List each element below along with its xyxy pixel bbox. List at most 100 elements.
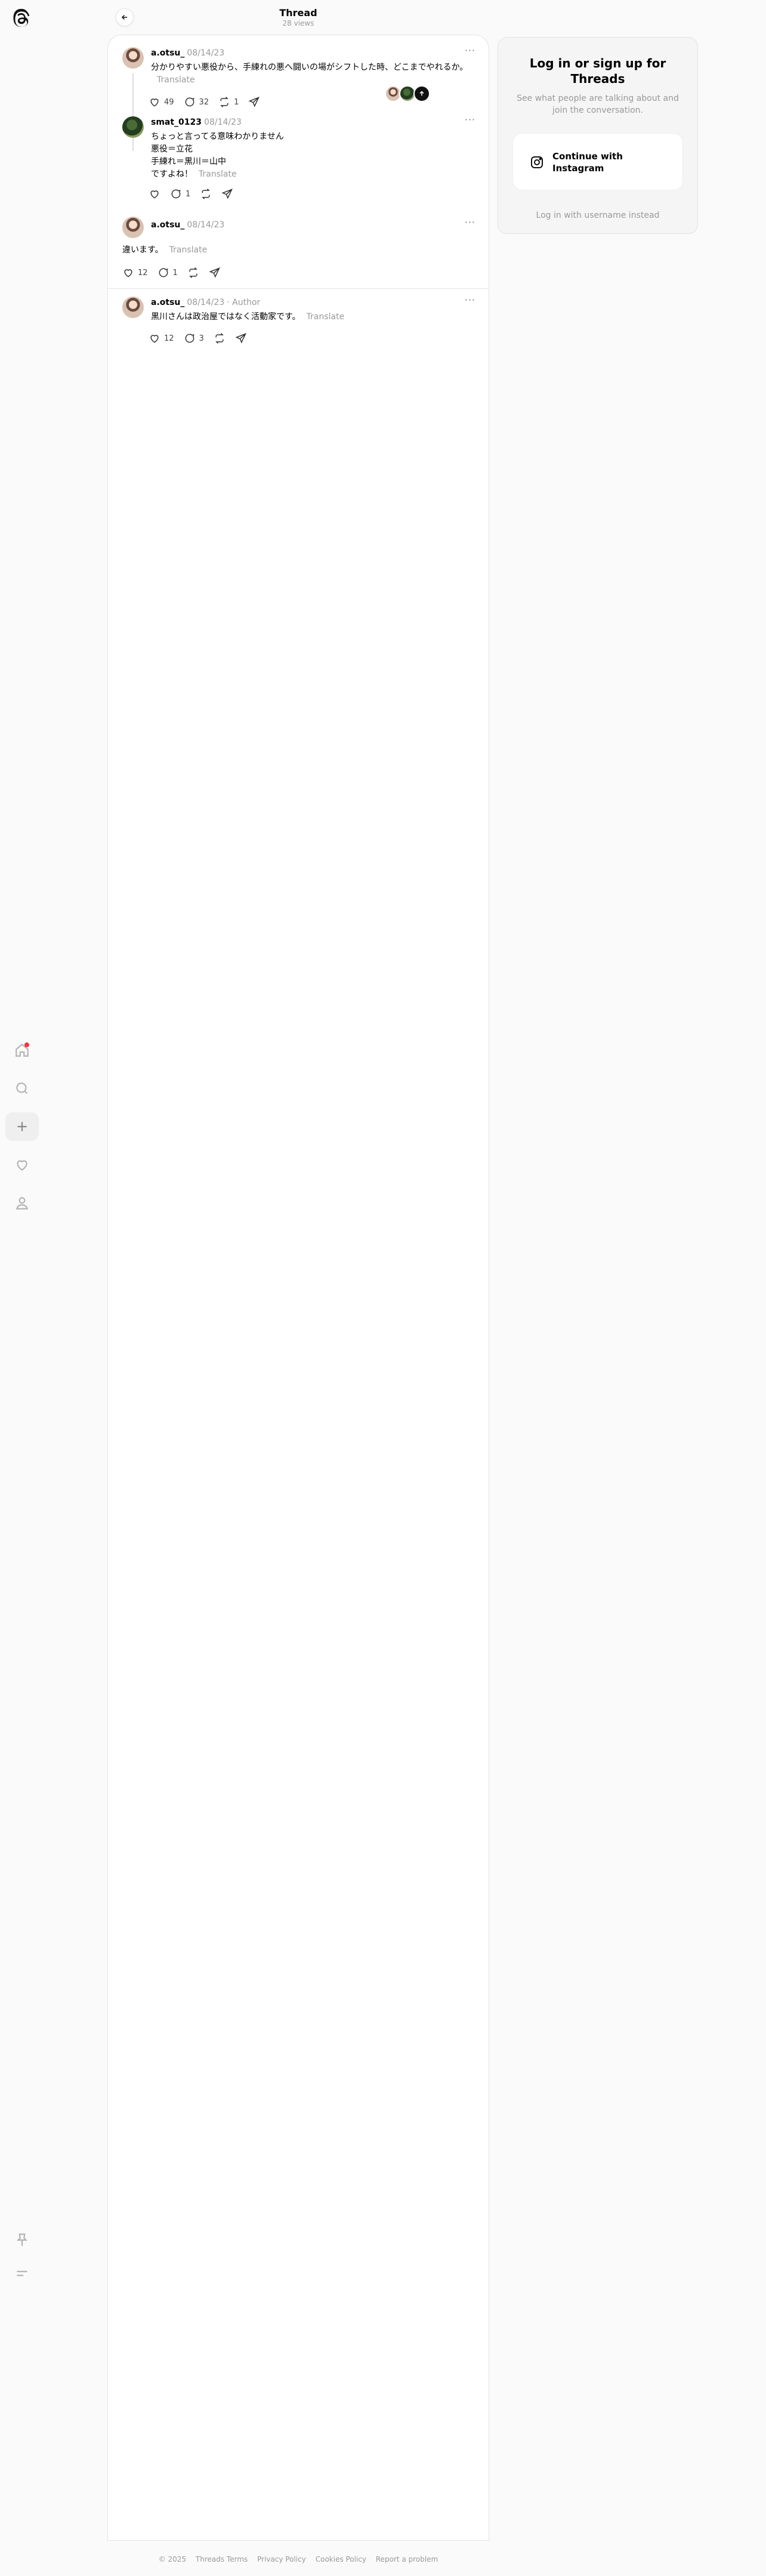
reply-button[interactable]: 1 (170, 188, 190, 200)
username[interactable]: smat_0123 (151, 118, 202, 127)
create-button[interactable] (5, 1112, 39, 1141)
footer: © 2025 Threads Terms Privacy Policy Cook… (107, 2555, 489, 2563)
footer-link-cookies[interactable]: Cookies Policy (316, 2555, 366, 2563)
participant-avatars[interactable] (385, 85, 431, 103)
post-text: 分かりやすい悪役から、手練れの悪へ闘いの場がシフトした時、どこまでやれるか。 Tr… (151, 61, 475, 87)
reply-icon (185, 97, 194, 107)
repost-button[interactable]: 1 (218, 96, 239, 108)
post-date[interactable]: 08/14/23 (187, 48, 224, 58)
pin-button[interactable] (5, 2226, 39, 2254)
reply-button[interactable]: 1 (157, 267, 178, 279)
post-line: 手練れ＝黒川＝山中 (151, 157, 226, 166)
post-text: 違います。 Translate (122, 244, 475, 257)
avatar[interactable] (122, 47, 144, 69)
username[interactable]: a.otsu_ (151, 220, 184, 230)
username[interactable]: a.otsu_ (151, 298, 184, 307)
share-button[interactable] (209, 267, 221, 279)
login-panel: Log in or sign up for Threads See what p… (498, 37, 698, 234)
more-options-button[interactable]: ··· (465, 114, 475, 126)
like-icon (124, 269, 132, 277)
like-count: 12 (164, 334, 174, 343)
post-date[interactable]: 08/14/23 (204, 118, 242, 127)
share-icon (209, 267, 220, 278)
post-actions: 49 32 1 (149, 94, 270, 110)
home-button[interactable] (5, 1036, 39, 1065)
share-button[interactable] (235, 332, 247, 344)
heart-icon (17, 1160, 27, 1171)
view-count: 28 views (282, 19, 314, 27)
translate-link[interactable]: Translate (199, 169, 237, 179)
username[interactable]: a.otsu_ (151, 48, 184, 58)
reply-icon (185, 334, 194, 343)
like-button[interactable]: 12 (149, 332, 174, 344)
post-actions: 12 1 (122, 264, 230, 281)
post-header: a.otsu_ 08/14/23 · Author ··· (151, 294, 475, 308)
menu-button[interactable] (5, 2259, 39, 2288)
more-options-button[interactable]: ··· (465, 217, 475, 229)
like-icon (150, 98, 159, 107)
translate-link[interactable]: Translate (157, 75, 195, 85)
translate-link[interactable]: Translate (307, 312, 345, 322)
repost-button[interactable] (187, 267, 199, 279)
post-line: ちょっと言ってる意味わかりません (151, 132, 284, 141)
like-icon (150, 335, 159, 343)
like-button[interactable]: 12 (122, 267, 148, 279)
profile-icon (16, 1197, 29, 1210)
instagram-button-label: Continue with Instagram (552, 151, 623, 174)
pin-icon (16, 2233, 28, 2246)
reply-button[interactable]: 32 (184, 96, 209, 108)
translate-link[interactable]: Translate (169, 245, 208, 255)
repost-button[interactable] (200, 188, 212, 200)
avatar[interactable] (122, 297, 144, 318)
reply-count: 32 (199, 97, 209, 107)
continue-with-instagram-button[interactable]: Continue with Instagram (512, 133, 683, 190)
more-options-button[interactable]: ··· (465, 294, 475, 306)
post-header: a.otsu_ 08/14/23 ··· (151, 45, 475, 59)
share-icon (248, 97, 260, 107)
post-actions: 1 (149, 186, 243, 202)
footer-link-terms[interactable]: Threads Terms (196, 2555, 248, 2563)
reply-icon (171, 189, 181, 199)
avatar[interactable] (122, 116, 144, 138)
plus-icon (17, 1122, 27, 1131)
like-button[interactable] (149, 188, 160, 200)
activity-button[interactable] (5, 1150, 39, 1179)
footer-link-report[interactable]: Report a problem (376, 2555, 438, 2563)
share-button[interactable] (221, 188, 233, 200)
repost-icon (189, 267, 197, 278)
reply-count: 1 (172, 268, 178, 277)
login-title: Log in or sign up for Threads (529, 56, 666, 86)
profile-button[interactable] (5, 1189, 39, 1217)
post-date[interactable]: 08/14/23 (187, 298, 224, 307)
search-button[interactable] (5, 1074, 39, 1103)
post-actions: 12 3 (149, 330, 257, 347)
post-header: a.otsu_ 08/14/23 ··· (151, 217, 475, 231)
post-body: 分かりやすい悪役から、手練れの悪へ闘いの場がシフトした時、どこまでやれるか。 (151, 63, 468, 72)
post-body: 黒川さんは政治屋ではなく活動家です。 (151, 312, 301, 322)
page-title: Thread (279, 7, 317, 18)
share-icon (235, 333, 246, 344)
participant-more-icon (413, 85, 430, 102)
more-options-button[interactable]: ··· (465, 45, 475, 57)
search-icon (16, 1082, 28, 1094)
reply-button[interactable]: 3 (184, 332, 204, 344)
repost-icon (220, 97, 228, 107)
post-body: 違います。 (122, 245, 163, 255)
username-login-link[interactable]: Log in with username instead (498, 211, 697, 220)
like-button[interactable]: 49 (149, 96, 174, 108)
thread-card: a.otsu_ 08/14/23 ··· 分かりやすい悪役から、手練れの悪へ闘いの… (107, 35, 489, 2541)
threads-logo-icon[interactable] (11, 7, 33, 30)
author-tag: · Author (227, 298, 261, 307)
notification-dot (24, 1042, 29, 1047)
repost-button[interactable] (214, 332, 226, 344)
post-date[interactable]: 08/14/23 (187, 220, 224, 230)
thread-divider (108, 288, 489, 289)
like-icon (150, 190, 159, 199)
repost-icon (202, 189, 211, 199)
post-line: ですよね！ (151, 169, 193, 179)
share-button[interactable] (248, 96, 260, 108)
post-text: ちょっと言ってる意味わかりません 悪役＝立花 手練れ＝黒川＝山中 ですよね！ Tr… (151, 131, 475, 181)
footer-link-privacy[interactable]: Privacy Policy (257, 2555, 306, 2563)
reply-icon (159, 268, 168, 277)
avatar[interactable] (122, 217, 144, 238)
